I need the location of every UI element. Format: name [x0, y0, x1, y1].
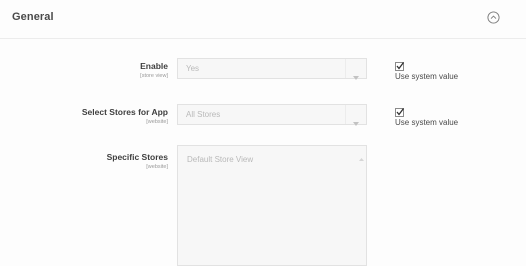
enable-use-system-checkbox[interactable]	[395, 62, 405, 71]
select-stores-use-system-label: Use system value	[395, 118, 459, 127]
select-stores-use-system-checkbox[interactable]	[395, 108, 405, 117]
multiselect-option[interactable]: Default Store View	[187, 155, 253, 164]
enable-select-value: Yes	[186, 64, 200, 73]
config-page: General Enable [store view] Yes Use syst…	[0, 0, 526, 266]
select-stores-select-arrow[interactable]	[345, 105, 366, 126]
field-label-enable: Enable [store view]	[8, 61, 168, 80]
select-stores-select[interactable]: All Stores	[177, 104, 367, 126]
scroll-up-icon[interactable]	[359, 149, 364, 161]
enable-label: Enable	[140, 61, 168, 71]
caret-down-icon	[353, 67, 359, 85]
specific-stores-multiselect[interactable]: Default Store View	[177, 145, 367, 266]
field-label-specific-stores: Specific Stores [website]	[8, 152, 168, 171]
caret-down-icon	[353, 113, 359, 131]
collapse-icon[interactable]	[487, 11, 500, 24]
section-header-general[interactable]: General	[0, 0, 526, 39]
specific-stores-label: Specific Stores	[106, 152, 168, 162]
enable-select[interactable]: Yes	[177, 58, 367, 80]
enable-scope: [store view]	[140, 73, 168, 79]
enable-select-arrow[interactable]	[345, 59, 366, 80]
specific-stores-scope: [website]	[146, 164, 168, 170]
checkmark-icon	[396, 62, 405, 70]
enable-use-system-label: Use system value	[395, 72, 459, 81]
field-label-select-stores: Select Stores for App [website]	[8, 107, 168, 126]
select-stores-label: Select Stores for App	[81, 107, 168, 117]
select-stores-select-value: All Stores	[186, 110, 221, 119]
select-stores-scope: [website]	[146, 119, 168, 125]
section-title: General	[12, 11, 54, 23]
checkmark-icon	[396, 108, 405, 116]
